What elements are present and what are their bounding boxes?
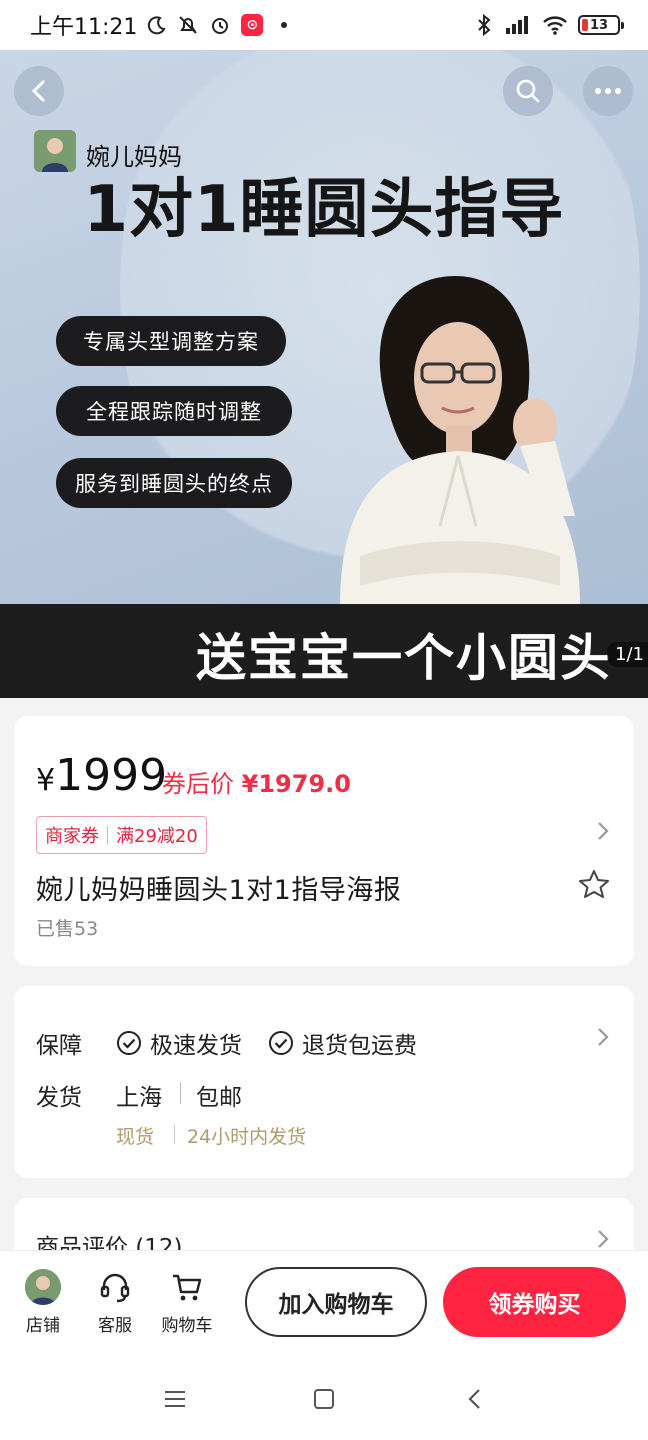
coupon-badge[interactable]: 商家券 满29减20: [36, 816, 207, 854]
price-value: 1999: [55, 750, 168, 801]
after-coupon-label: 券后价: [162, 770, 234, 798]
battery-icon: 13: [578, 15, 624, 35]
back-nav-button[interactable]: [460, 1384, 490, 1414]
stock-status: 现货: [116, 1126, 155, 1148]
wifi-icon: [543, 16, 567, 35]
shop-avatar[interactable]: [34, 130, 76, 172]
service-card[interactable]: 保障 极速发货 退货包运费 发货 上海 包邮 现货 24小时内发货: [14, 986, 634, 1178]
battery-level: 13: [589, 17, 609, 33]
add-to-cart-button[interactable]: 加入购物车: [245, 1267, 427, 1337]
coupon-type: 商家券: [45, 826, 99, 847]
guarantee-text: 退货包运费: [302, 1033, 417, 1059]
hero-pill-2: 全程跟踪随时调整: [56, 386, 292, 436]
search-button[interactable]: [503, 66, 553, 116]
ship-fee: 包邮: [196, 1085, 242, 1111]
sold-count: 已售53: [36, 918, 99, 940]
back-arrow-icon: [31, 80, 45, 102]
shop-avatar-image: [34, 130, 76, 172]
status-time: 上午11:21: [30, 15, 138, 40]
customer-service-label: 客服: [98, 1316, 132, 1336]
price-card: ¥1999 券后价 ¥1979.0 商家券 满29减20 婉儿妈妈睡圆头1对1指…: [14, 716, 634, 966]
store-button[interactable]: 店铺: [13, 1267, 73, 1336]
store-avatar: [25, 1269, 61, 1305]
guarantee-free-return: 退货包运费: [268, 1026, 417, 1060]
hero-pill-1: 专属头型调整方案: [56, 316, 286, 366]
cart-icon: [173, 1274, 202, 1301]
status-bar: 上午11:21 ⊙ 13: [0, 0, 648, 50]
currency-symbol: ¥: [36, 763, 56, 798]
store-avatar-image: [25, 1269, 61, 1305]
divider: [174, 1124, 175, 1144]
more-button[interactable]: [583, 66, 633, 116]
app-notification-icon: ⊙: [241, 14, 264, 36]
guarantee-text: 极速发货: [150, 1033, 242, 1059]
ship-time: 24小时内发货: [187, 1126, 307, 1148]
shipping-label: 发货: [36, 1085, 82, 1111]
hero-pill-3: 服务到睡圆头的终点: [56, 458, 292, 508]
bottom-action-bar: 店铺 客服 购物车 加入购物车 领券购买: [0, 1250, 648, 1354]
signal-icon: [506, 16, 528, 34]
check-circle-icon: [117, 1031, 141, 1055]
divider: [180, 1082, 181, 1104]
product-hero-image[interactable]: 1对1睡圆头指导 专属头型调整方案 全程跟踪随时调整 服务到睡圆头的终点 送宝宝…: [0, 50, 648, 698]
price: ¥1999: [36, 750, 167, 801]
headset-icon: [100, 1273, 130, 1303]
menu-nav-button[interactable]: [160, 1384, 190, 1414]
store-label: 店铺: [26, 1316, 60, 1336]
check-circle-icon: [269, 1031, 293, 1055]
coupon-rule: 满29减20: [116, 826, 198, 847]
after-coupon-price: 券后价 ¥1979.0: [162, 764, 351, 799]
chevron-right-icon[interactable]: [596, 1228, 610, 1250]
product-title: 婉儿妈妈睡圆头1对1指导海报: [36, 875, 402, 906]
more-icon: [595, 88, 621, 94]
home-nav-button[interactable]: [309, 1384, 339, 1414]
chevron-right-icon[interactable]: [596, 1026, 610, 1048]
moon-icon: [148, 16, 166, 35]
bluetooth-icon: [478, 14, 491, 36]
image-pager: 1/1: [607, 642, 648, 667]
customer-service-button[interactable]: 客服: [85, 1267, 145, 1336]
bell-off-icon: [179, 16, 198, 34]
chevron-right-icon[interactable]: [596, 820, 610, 842]
guarantee-label: 保障: [36, 1033, 82, 1059]
system-nav-bar: [0, 1354, 648, 1440]
back-triangle-icon: [468, 1389, 480, 1409]
menu-icon: [165, 1391, 185, 1407]
cart-label: 购物车: [161, 1316, 213, 1336]
shop-name[interactable]: 婉儿妈妈: [86, 137, 182, 172]
guarantee-fast-ship: 极速发货: [116, 1026, 242, 1060]
buy-with-coupon-button[interactable]: 领券购买: [443, 1267, 626, 1337]
favorite-star-icon[interactable]: [578, 868, 610, 900]
notification-dot: [281, 22, 288, 28]
ship-from: 上海: [116, 1085, 162, 1111]
home-square-icon: [314, 1389, 334, 1409]
alarm-icon: [212, 18, 229, 34]
hero-band-text: 送宝宝一个小圆头: [196, 629, 612, 687]
after-coupon-value: ¥1979.0: [241, 770, 351, 798]
back-button[interactable]: [14, 66, 64, 116]
cart-button[interactable]: 购物车: [157, 1267, 217, 1336]
presenter-photo: [340, 276, 580, 606]
search-icon: [516, 79, 540, 103]
